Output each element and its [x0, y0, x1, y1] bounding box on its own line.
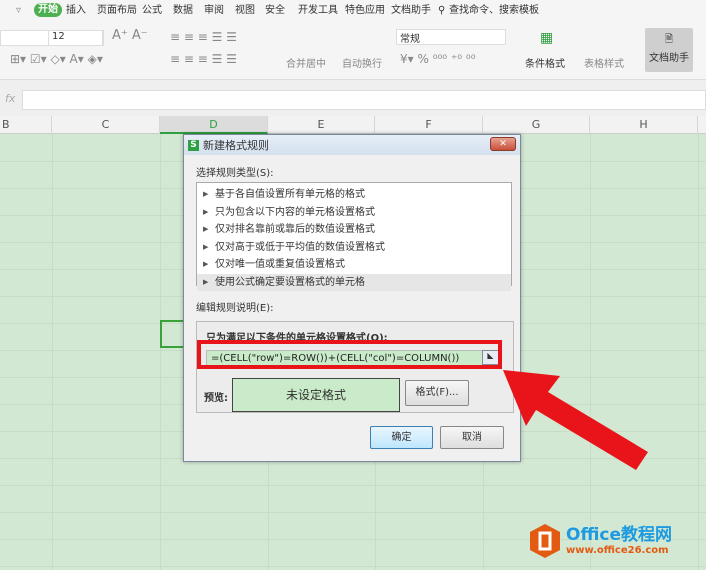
- watermark-url: www.office26.com: [566, 545, 669, 556]
- office-logo-icon: [530, 524, 560, 558]
- red-arrow-annotation: [503, 370, 648, 470]
- watermark-name: Office教程网: [566, 525, 673, 545]
- watermark: Office教程网 www.office26.com: [528, 520, 698, 565]
